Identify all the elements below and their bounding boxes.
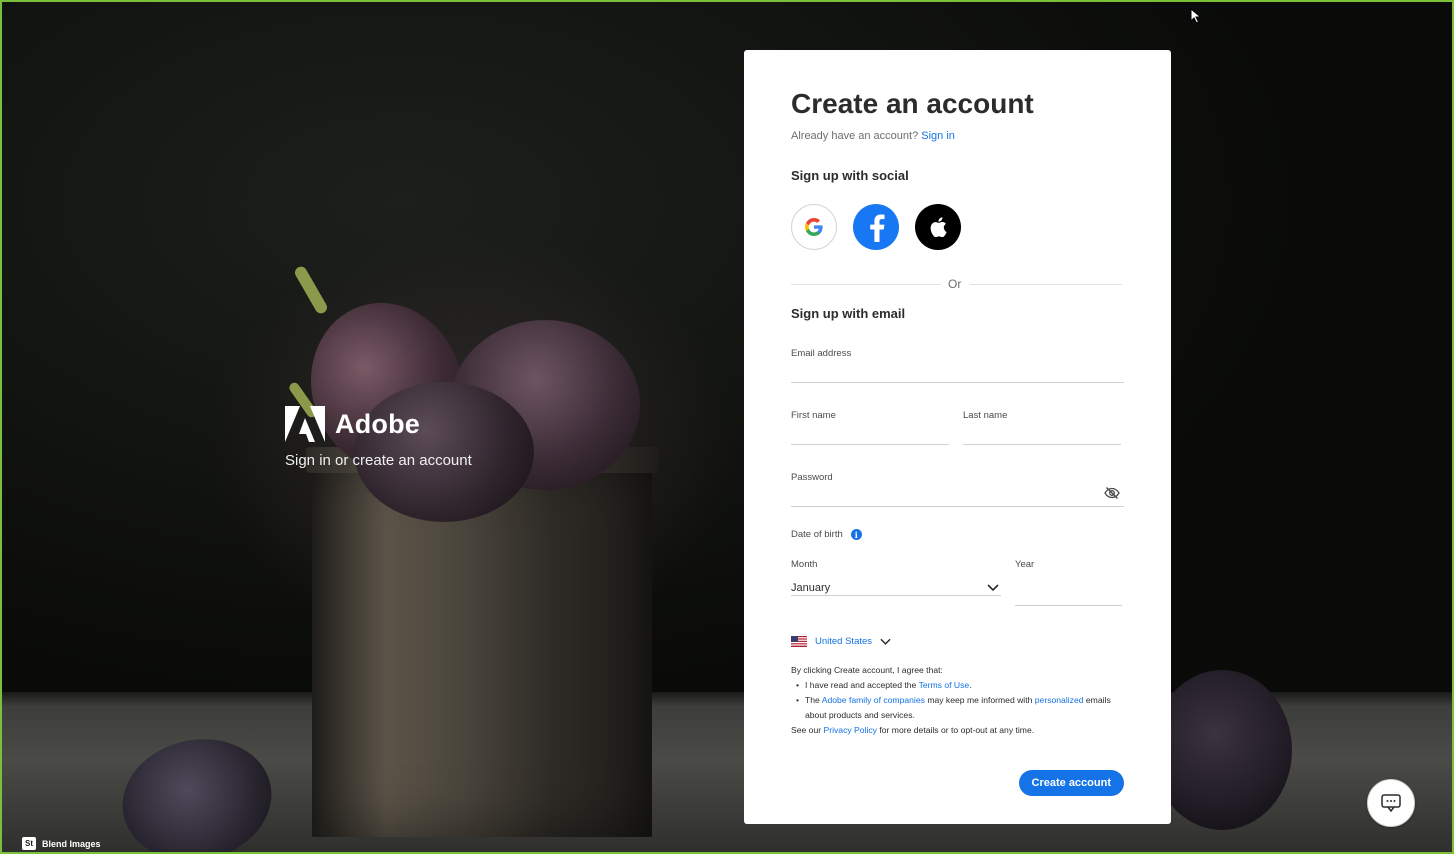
password-label: Password [791, 472, 833, 483]
last-name-label: Last name [963, 410, 1008, 421]
divider-line [970, 284, 1122, 285]
facebook-signup-button[interactable] [853, 204, 899, 250]
month-field: Month January [791, 554, 1001, 606]
facebook-icon [870, 214, 885, 242]
sign-in-link[interactable]: Sign in [921, 130, 955, 142]
already-text: Already have an account? [791, 130, 919, 142]
chat-icon [1381, 794, 1401, 813]
legal-text-segment: may keep me informed with [927, 695, 1033, 705]
info-icon[interactable]: i [850, 529, 862, 540]
adobe-stock-badge: St [22, 837, 36, 850]
first-name-label: First name [791, 410, 836, 421]
create-account-button[interactable]: Create account [1018, 770, 1124, 796]
legal-item: The Adobe family of companies may keep m… [796, 693, 1124, 723]
legal-text-segment: See our [791, 725, 822, 735]
mouse-cursor-icon [1190, 8, 1202, 24]
signup-card: Create an account Already have an accoun… [744, 50, 1171, 824]
email-field: Email address [791, 343, 1124, 383]
email-heading: Sign up with email [791, 306, 906, 321]
divider-line [791, 284, 941, 285]
eye-off-icon[interactable] [1104, 485, 1120, 501]
year-input[interactable] [1015, 572, 1122, 606]
name-fields: First name Last name [791, 405, 1124, 445]
password-input[interactable] [791, 485, 1124, 507]
background-fig-stem [292, 264, 330, 316]
last-name-input[interactable] [963, 423, 1121, 445]
legal-text-segment: . [969, 680, 972, 690]
legal-item: I have read and accepted the Terms of Us… [796, 678, 1124, 693]
email-label: Email address [791, 348, 852, 359]
legal-intro: By clicking Create account, I agree that… [791, 665, 943, 675]
or-divider: Or [791, 274, 1124, 296]
google-icon [805, 218, 823, 236]
email-input[interactable] [791, 361, 1124, 383]
adobe-logo-icon [285, 406, 325, 442]
or-text: Or [948, 277, 962, 291]
month-value: January [791, 582, 831, 594]
legal-text: By clicking Create account, I agree that… [791, 663, 1124, 738]
month-label: Month [791, 559, 818, 570]
page-frame: Adobe Sign in or create an account Creat… [0, 0, 1454, 854]
privacy-policy-link[interactable]: Privacy Policy [824, 725, 877, 735]
legal-footer: See our Privacy Policy for more details … [791, 723, 1124, 738]
chat-button[interactable] [1367, 779, 1415, 827]
background-fig [1152, 670, 1292, 830]
social-buttons [791, 204, 1124, 250]
dob-row: Date of birth i [791, 529, 1124, 540]
chevron-down-icon [880, 638, 891, 645]
dob-fields: Month January Year [791, 554, 1124, 606]
dob-label: Date of birth [791, 529, 843, 540]
image-credit: St Blend Images [22, 837, 101, 850]
apple-signup-button[interactable] [915, 204, 961, 250]
legal-text-segment: for more details or to opt-out at any ti… [879, 725, 1035, 735]
country-value[interactable]: United States [815, 636, 872, 647]
last-name-field: Last name [963, 405, 1121, 445]
year-field: Year [1015, 554, 1122, 606]
us-flag-icon [791, 636, 807, 647]
chevron-down-icon [987, 584, 999, 592]
adobe-family-link[interactable]: Adobe family of companies [822, 695, 925, 705]
apple-icon [930, 217, 947, 237]
year-label: Year [1015, 559, 1035, 570]
brand-row: Adobe [285, 406, 472, 442]
brand-block: Adobe Sign in or create an account [285, 406, 472, 469]
first-name-input[interactable] [791, 423, 949, 445]
social-heading: Sign up with social [791, 168, 909, 183]
legal-list: I have read and accepted the Terms of Us… [791, 678, 1124, 723]
page-title: Create an account [791, 88, 1034, 119]
country-selector[interactable]: United States [791, 636, 1124, 647]
month-select[interactable]: January [791, 572, 1001, 596]
brand-subtitle: Sign in or create an account [285, 452, 472, 469]
personalized-link[interactable]: personalized [1035, 695, 1084, 705]
create-account-row: Create account [791, 770, 1124, 796]
brand-name: Adobe [335, 408, 420, 439]
first-name-field: First name [791, 405, 949, 445]
legal-text-segment: I have read and accepted the [805, 680, 917, 690]
password-field: Password [791, 467, 1124, 507]
google-signup-button[interactable] [791, 204, 837, 250]
legal-text-segment: The [805, 695, 820, 705]
already-have-account: Already have an account? Sign in [791, 130, 1124, 142]
image-credit-text: Blend Images [42, 838, 101, 849]
terms-of-use-link[interactable]: Terms of Use [919, 680, 970, 690]
